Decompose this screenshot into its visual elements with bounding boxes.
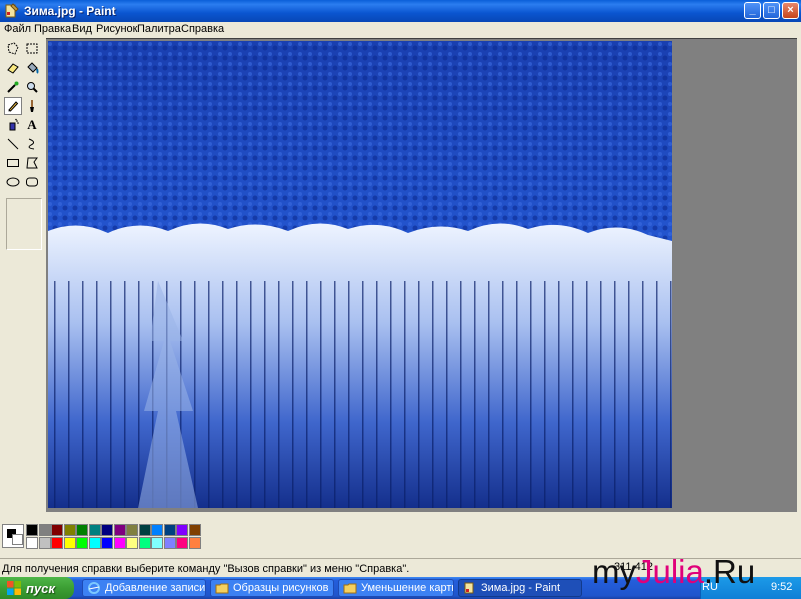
palette-swatch[interactable] (76, 524, 88, 536)
palette-swatch[interactable] (63, 524, 76, 536)
palette-swatch[interactable] (176, 537, 188, 549)
task-shrink-pictures[interactable]: Уменьшение картинок (338, 579, 454, 597)
rect-select-icon[interactable] (23, 40, 41, 58)
status-help-text: Для получения справки выберите команду "… (2, 563, 410, 575)
palette-swatch[interactable] (138, 524, 151, 536)
rectangle-icon[interactable] (4, 154, 22, 172)
menu-view[interactable]: Вид (72, 23, 92, 35)
palette-swatch[interactable] (26, 524, 38, 536)
palette-swatch[interactable] (76, 537, 88, 549)
current-colors[interactable] (2, 524, 24, 548)
polygon-icon[interactable] (23, 154, 41, 172)
palette-swatch[interactable] (101, 524, 113, 536)
palette-swatch[interactable] (126, 524, 138, 536)
rounded-rect-icon[interactable] (23, 173, 41, 191)
eraser-icon[interactable] (4, 59, 22, 77)
palette-swatch[interactable] (26, 537, 38, 549)
winter-forest-image[interactable] (48, 41, 672, 508)
free-select-icon[interactable] (4, 40, 22, 58)
palette-swatch[interactable] (176, 524, 188, 536)
task-label: Добавление записи ... (105, 582, 206, 594)
tool-box: A (2, 40, 44, 520)
maximize-button[interactable]: □ (763, 2, 780, 19)
palette-swatch[interactable] (126, 537, 138, 549)
tray-clock[interactable]: 9:52 (771, 581, 792, 593)
palette-swatch[interactable] (138, 537, 151, 549)
palette-swatch[interactable] (88, 537, 101, 549)
palette-swatch[interactable] (51, 537, 63, 549)
background-color (12, 534, 23, 545)
menu-help[interactable]: Справка (181, 23, 224, 35)
ellipse-icon[interactable] (4, 173, 22, 191)
start-label: пуск (26, 580, 55, 596)
palette-swatch[interactable] (163, 524, 176, 536)
palette-swatch[interactable] (113, 537, 126, 549)
line-icon[interactable] (4, 135, 22, 153)
menu-edit[interactable]: Правка (34, 23, 71, 35)
menu-image[interactable]: Рисунок (96, 23, 138, 35)
color-picker-icon[interactable] (4, 78, 22, 96)
palette-swatch[interactable] (188, 537, 201, 549)
palette-swatch[interactable] (38, 524, 51, 536)
winter-forest-picture (48, 41, 672, 508)
paint-window: Зима.jpg - Paint _ □ × Файл Правка Вид Р… (0, 0, 801, 577)
windows-logo-icon (7, 581, 21, 595)
pencil-icon[interactable] (4, 97, 22, 115)
menu-file[interactable]: Файл (4, 23, 31, 35)
watermark-accent: Julia (636, 553, 704, 590)
menu-bar: Файл Правка Вид Рисунок Палитра Справка (0, 22, 801, 38)
minimize-button[interactable]: _ (744, 2, 761, 19)
palette-swatch[interactable] (163, 537, 176, 549)
task-paint[interactable]: Зима.jpg - Paint (458, 579, 582, 597)
site-watermark: myJulia.Ru (592, 553, 755, 591)
start-button[interactable]: пуск (0, 577, 74, 599)
palette-swatch[interactable] (188, 524, 201, 536)
palette-swatch[interactable] (113, 524, 126, 536)
close-button[interactable]: × (782, 2, 799, 19)
palette-swatch[interactable] (151, 537, 163, 549)
window-title: Зима.jpg - Paint (24, 4, 116, 18)
watermark-suffix: .Ru (703, 553, 756, 590)
brush-icon[interactable] (23, 97, 41, 115)
task-image-samples[interactable]: Образцы рисунков (210, 579, 334, 597)
task-label: Зима.jpg - Paint (481, 582, 561, 594)
color-palette (0, 522, 801, 554)
text-icon[interactable]: A (23, 116, 41, 134)
palette-swatch[interactable] (51, 524, 63, 536)
folder-icon (343, 583, 357, 594)
curve-icon[interactable] (23, 135, 41, 153)
magnifier-icon[interactable] (23, 78, 41, 96)
internet-explorer-icon (88, 582, 100, 594)
paint-app-icon (5, 3, 19, 18)
title-bar[interactable]: Зима.jpg - Paint _ □ × (0, 0, 801, 22)
palette-swatch[interactable] (88, 524, 101, 536)
canvas-area (46, 38, 801, 512)
tool-options-panel[interactable] (6, 198, 42, 250)
vertical-scroll-edge (797, 38, 801, 512)
palette-swatch[interactable] (63, 537, 76, 549)
palette-swatch[interactable] (38, 537, 51, 549)
palette-swatch[interactable] (101, 537, 113, 549)
folder-icon (215, 583, 229, 594)
task-label: Уменьшение картинок (361, 582, 453, 594)
task-label: Образцы рисунков (233, 582, 329, 594)
fill-icon[interactable] (23, 59, 41, 77)
task-blog-post[interactable]: Добавление записи ... (82, 579, 206, 597)
palette-swatch[interactable] (151, 524, 163, 536)
menu-colors[interactable]: Палитра (137, 23, 181, 35)
watermark-prefix: my (592, 553, 636, 590)
paint-app-icon (464, 582, 474, 594)
airbrush-icon[interactable] (4, 116, 22, 134)
